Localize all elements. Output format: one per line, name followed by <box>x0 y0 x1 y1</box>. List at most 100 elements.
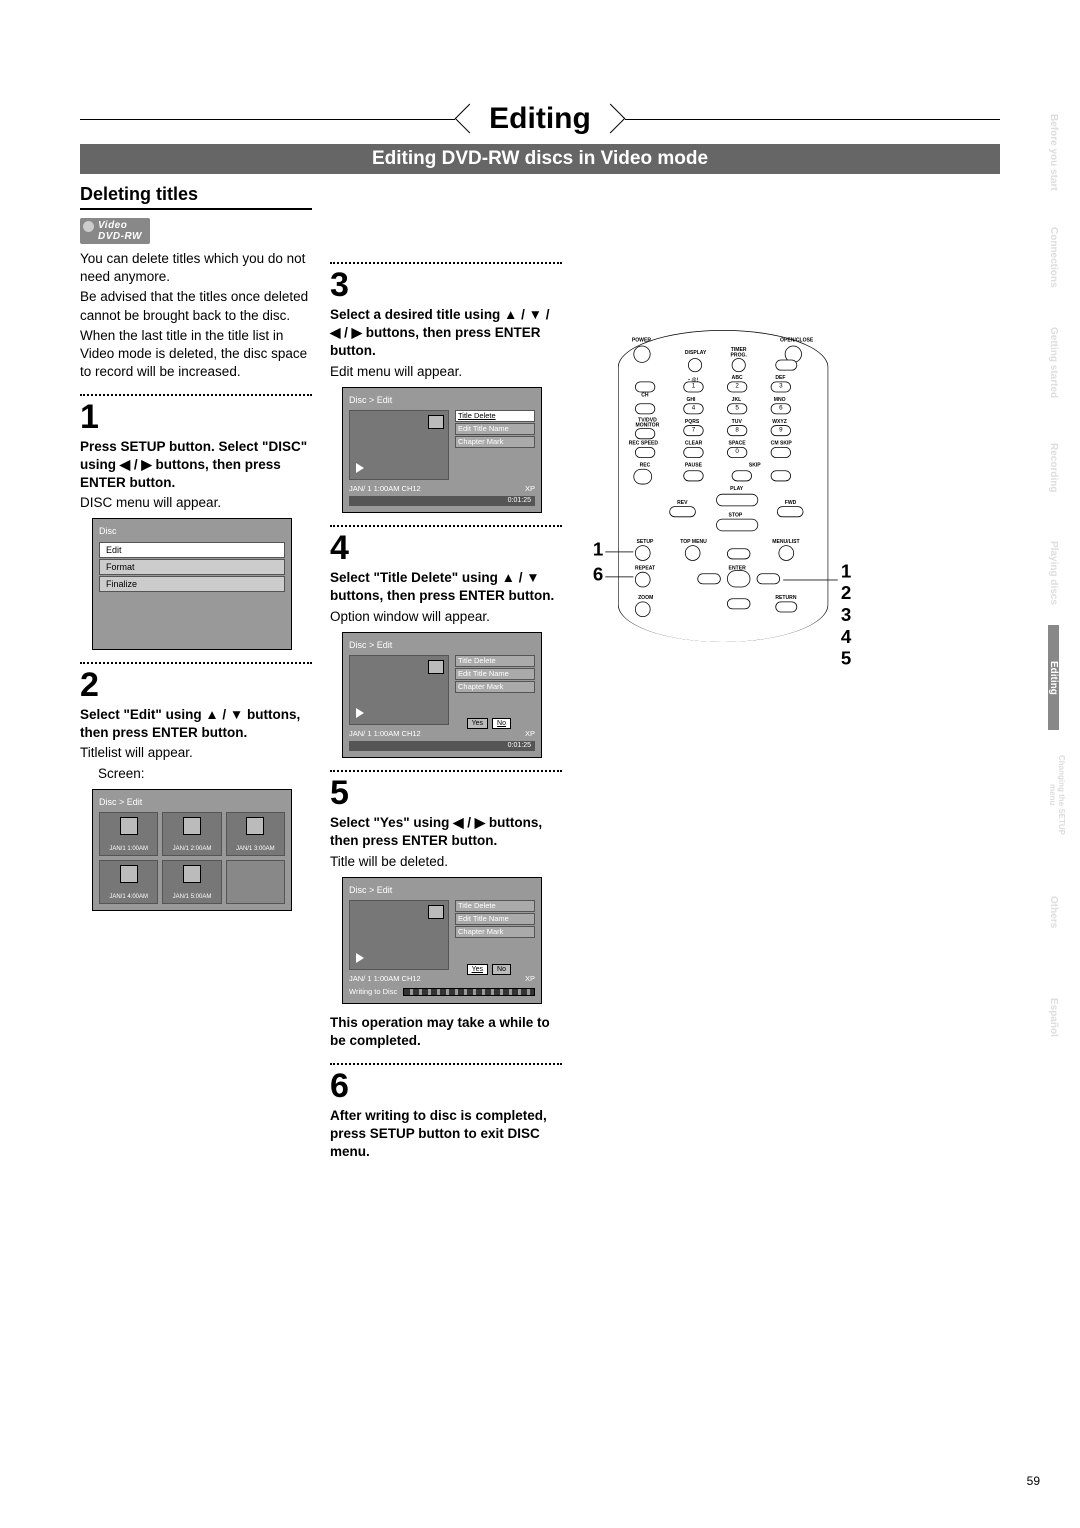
badge-bot: DVD-RW <box>98 231 142 242</box>
lbl-clear: CLEAR <box>685 441 702 446</box>
callout-right-1: 1 <box>841 561 851 583</box>
edit-menu-screenshot-4: Disc > Edit Title Delete Edit Title Name… <box>342 632 542 758</box>
skip-next-icon <box>771 470 791 481</box>
callout-right-3: 3 <box>841 605 851 627</box>
divider-3 <box>330 262 562 264</box>
step-3-bold: Select a desired title using ▲ / ▼ / ◀ /… <box>330 306 562 361</box>
rule-right <box>625 119 1000 120</box>
title-cell-1: JAN/1 1:00AM <box>99 812 158 856</box>
lbl-setup: SETUP <box>637 539 654 544</box>
btn-8: 8 <box>727 425 747 436</box>
play-icon <box>356 953 364 963</box>
tab-connections[interactable]: Connections <box>1048 205 1059 310</box>
callout-line-l2 <box>605 576 633 577</box>
step-6-number: 6 <box>330 1069 562 1103</box>
edit3-chapter-mark: Chapter Mark <box>455 436 535 448</box>
step-6-bold: After writing to disc is completed, pres… <box>330 1107 562 1162</box>
page-title: Editing <box>469 102 611 136</box>
display-button-icon <box>688 358 702 372</box>
columns: You can delete titles which you do not n… <box>80 250 1000 1163</box>
badge-top: Video <box>98 220 127 231</box>
tab-recording[interactable]: Recording <box>1048 415 1059 520</box>
lbl-def: DEF <box>775 375 785 380</box>
fwd-button-icon <box>777 506 804 517</box>
title-cell-4: JAN/1 4:00AM <box>99 860 158 904</box>
tvdvd-button-icon <box>635 428 655 439</box>
lbl-space: SPACE <box>729 441 746 446</box>
intro-p1: You can delete titles which you do not n… <box>80 250 312 286</box>
btn-6: 6 <box>771 403 791 414</box>
callout-right-4: 4 <box>841 626 851 648</box>
step-5-plain: Title will be deleted. <box>330 853 562 871</box>
edit5-chapter-mark: Chapter Mark <box>455 926 535 938</box>
edit4-foot-l: JAN/ 1 1:00AM CH12 <box>349 729 421 739</box>
clear-button-icon <box>683 447 703 458</box>
title-row: Editing <box>80 100 1000 138</box>
btn-9: 9 <box>771 425 791 436</box>
edit4-foot-r: XP <box>525 729 535 739</box>
dvd-rw-badge: Video DVD-RW <box>80 218 150 244</box>
edit4-title-delete: Title Delete <box>455 655 535 667</box>
lbl-tuv: TUV <box>732 419 742 424</box>
lbl-topmenu: TOP MENU <box>680 539 707 544</box>
lbl-skip: SKIP <box>749 463 761 468</box>
edit5-foot-r: XP <box>525 974 535 984</box>
edit5-title-delete: Title Delete <box>455 900 535 912</box>
dpad-left-icon <box>697 573 720 584</box>
zoom-button-icon <box>635 601 651 617</box>
column-3: POWER OPEN/CLOSE DISPLAY TIMER PROG. ・@!… <box>580 250 960 1163</box>
callout-left-6: 6 <box>593 564 603 586</box>
edit4-no: No <box>492 718 511 729</box>
edit4-yes: Yes <box>467 718 488 729</box>
edit3-bar: 0:01:25 <box>349 496 535 506</box>
tab-espanol[interactable]: Español <box>1048 965 1059 1070</box>
tab-editing[interactable]: Editing <box>1048 625 1059 730</box>
edit3-head: Disc > Edit <box>349 394 535 406</box>
tab-getting-started[interactable]: Getting started <box>1048 310 1059 415</box>
disc-menu-title: Disc <box>99 525 285 537</box>
lbl-return: RETURN <box>775 595 796 600</box>
pause-button-icon <box>683 470 703 481</box>
page-number: 59 <box>1027 1474 1040 1488</box>
tab-before-you-start[interactable]: Before you start <box>1048 100 1059 205</box>
power-button-icon <box>633 346 650 363</box>
edit3-foot-l: JAN/ 1 1:00AM CH12 <box>349 484 421 494</box>
remote-control-diagram: POWER OPEN/CLOSE DISPLAY TIMER PROG. ・@!… <box>610 330 860 642</box>
callout-line-r <box>783 580 838 581</box>
callout-left-1: 1 <box>593 539 603 561</box>
return-button-icon <box>775 601 797 612</box>
lbl-abc: ABC <box>732 375 743 380</box>
lbl-display: DISPLAY <box>685 350 707 355</box>
edit5-edit-title-name: Edit Title Name <box>455 913 535 925</box>
lbl-wxyz: WXYZ <box>772 419 787 424</box>
lbl-jkl: JKL <box>732 397 742 402</box>
divider-6 <box>330 1063 562 1065</box>
btn-1: 1 <box>683 381 703 392</box>
step-4-plain: Option window will appear. <box>330 608 562 626</box>
rev-button-icon <box>669 506 696 517</box>
edit5-yes: Yes <box>467 964 488 975</box>
eject-button-icon <box>775 360 797 371</box>
step-1-number: 1 <box>80 400 312 434</box>
titlelist-head: Disc > Edit <box>99 796 285 808</box>
tab-playing-discs[interactable]: Playing discs <box>1048 520 1059 625</box>
skip-prev-icon <box>732 470 752 481</box>
lbl-tvdvd: TV/DVD MONITOR <box>632 417 663 428</box>
tab-changing-setup[interactable]: Changing the SETUP menu <box>1048 730 1066 860</box>
tab-others[interactable]: Others <box>1048 860 1059 965</box>
lbl-fwd: FWD <box>785 500 797 505</box>
lbl-pause: PAUSE <box>685 463 702 468</box>
callout-right-5: 5 <box>841 648 851 670</box>
btn-0: 0 <box>727 447 747 458</box>
side-tabs: Before you start Connections Getting sta… <box>1048 100 1080 1070</box>
step-5-bold: Select "Yes" using ◀ / ▶ buttons, then p… <box>330 814 562 850</box>
progress-bar-icon <box>403 988 535 996</box>
edit-menu-screenshot-5: Disc > Edit Title Delete Edit Title Name… <box>342 877 542 1004</box>
page-content: Editing Editing DVD-RW discs in Video mo… <box>80 100 1000 1163</box>
lbl-zoom: ZOOM <box>638 595 653 600</box>
edit5-foot-l: JAN/ 1 1:00AM CH12 <box>349 974 421 984</box>
step-1-plain: DISC menu will appear. <box>80 494 312 512</box>
title-cell-2: JAN/1 2:00AM <box>162 812 221 856</box>
thumb-icon <box>428 905 444 919</box>
lbl-timer: TIMER PROG. <box>727 347 750 358</box>
